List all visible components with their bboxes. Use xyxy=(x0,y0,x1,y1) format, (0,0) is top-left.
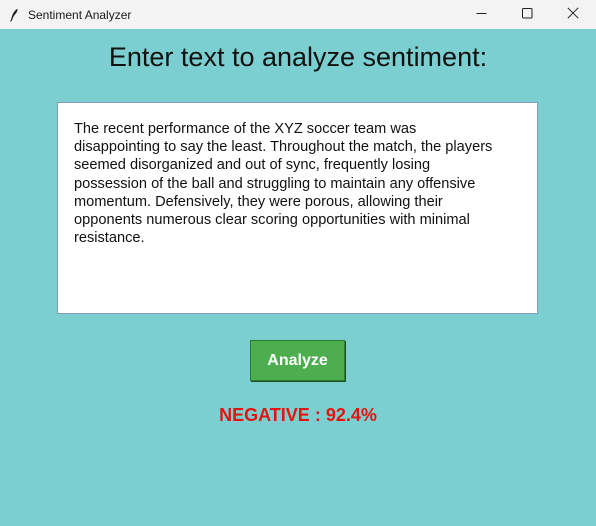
minimize-button[interactable] xyxy=(458,0,504,29)
text-input-area[interactable]: The recent performance of the XYZ soccer… xyxy=(57,102,538,314)
maximize-icon xyxy=(521,6,533,24)
window-controls xyxy=(458,0,596,29)
feather-icon xyxy=(6,7,22,23)
window-title: Sentiment Analyzer xyxy=(28,7,132,22)
sentiment-result: NEGATIVE : 92.4% xyxy=(219,405,377,425)
close-icon xyxy=(567,6,579,24)
title-bar[interactable]: Sentiment Analyzer xyxy=(0,0,596,29)
minimize-icon xyxy=(476,6,487,24)
app-window: Sentiment Analyzer Enter text to analyze… xyxy=(0,0,596,526)
analyze-button[interactable]: Analyze xyxy=(250,340,345,381)
close-button[interactable] xyxy=(550,0,596,29)
page-heading: Enter text to analyze sentiment: xyxy=(108,42,488,72)
maximize-button[interactable] xyxy=(504,0,550,29)
